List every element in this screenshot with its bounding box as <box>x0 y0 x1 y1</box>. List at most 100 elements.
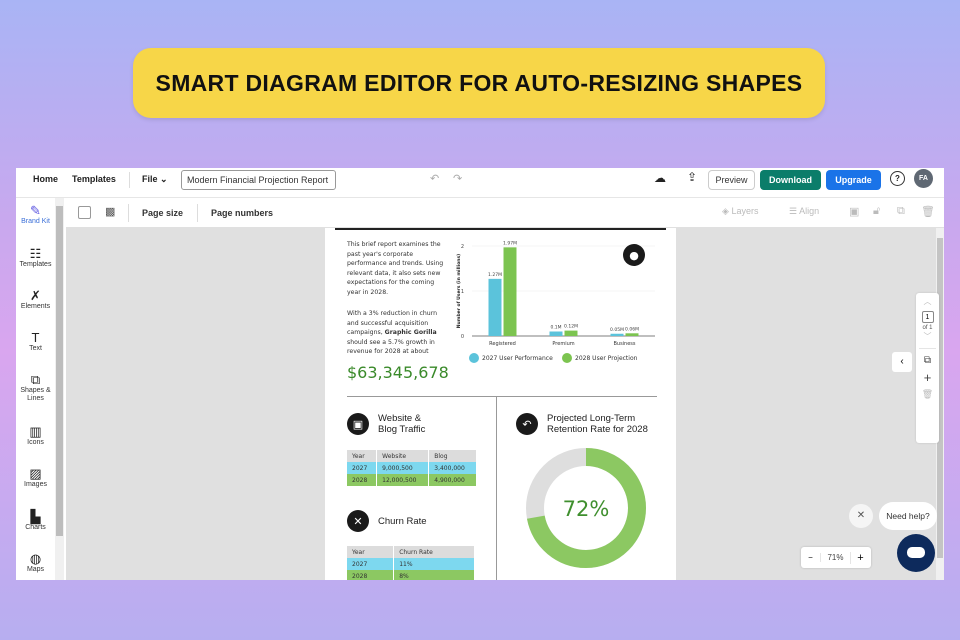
table-cell: 12,000,500 <box>376 474 430 486</box>
title-line: Blog Traffic <box>378 424 426 435</box>
sidebar-item-brand-kit[interactable]: ✎ Brand Kit <box>16 203 55 226</box>
chat-icon <box>907 547 925 558</box>
page-numbers-button[interactable]: Page numbers <box>211 208 273 218</box>
undo-icon[interactable]: ↶ <box>430 172 439 185</box>
nav-home[interactable]: Home <box>33 174 58 184</box>
nav-templates[interactable]: Templates <box>72 174 116 184</box>
document-title-input[interactable]: Modern Financial Projection Report <box>181 170 336 190</box>
help-icon[interactable]: ? <box>890 171 905 186</box>
sidebar-label: Images <box>24 481 47 488</box>
duplicate-icon[interactable]: ⧉ <box>897 205 905 218</box>
zoom-control: − 71% + <box>801 547 871 568</box>
table-header-row: Year Website Blog <box>347 450 477 462</box>
chart-icon: ▙ <box>30 509 41 524</box>
share-upload-icon[interactable]: ⇪ <box>687 170 697 184</box>
crop-icon[interactable]: ▣ <box>849 205 859 218</box>
y-axis-label: Number of Users (in millions) <box>456 254 462 328</box>
page-up-icon[interactable]: ︿ <box>916 296 939 307</box>
bar-business-0 <box>610 333 624 336</box>
table-row: 2028 8% <box>347 570 475 580</box>
document-page[interactable]: This brief report examines the past year… <box>325 228 676 580</box>
x-tick-label: Registered <box>489 341 516 347</box>
sidebar-item-templates[interactable]: ☷ Templates <box>16 246 55 269</box>
cloud-sync-icon[interactable]: ☁ <box>654 171 666 185</box>
avatar[interactable]: FA <box>914 169 933 188</box>
sidebar-item-maps[interactable]: ◍ Maps <box>16 551 55 574</box>
data-label: 1.27M <box>488 272 502 278</box>
current-page-input[interactable]: 1 <box>921 311 934 323</box>
divider <box>919 348 936 349</box>
chat-button[interactable] <box>897 534 935 572</box>
traffic-title: Website & Blog Traffic <box>378 413 425 435</box>
shapes-icon: ⧉ <box>30 372 41 387</box>
templates-icon: ☷ <box>29 246 42 261</box>
scroll-thumb[interactable] <box>56 206 63 536</box>
layers-button[interactable]: ◈ Layers <box>722 206 758 217</box>
text-icon: T <box>31 330 40 345</box>
sidebar-label: Charts <box>25 524 46 531</box>
briefcase-icon: ▥ <box>29 424 42 439</box>
zoom-level[interactable]: 71% <box>821 553 850 562</box>
bar-business-1 <box>625 333 639 336</box>
sidebar-item-elements[interactable]: ✗ Elements <box>16 289 55 311</box>
banner-title: SMART DIAGRAM EDITOR FOR AUTO-RESIZING S… <box>133 48 825 118</box>
column-header: Website <box>376 450 430 462</box>
table-cell: 8% <box>393 570 475 580</box>
sidebar-item-charts[interactable]: ▙ Charts <box>16 509 55 532</box>
left-sidebar: ✎ Brand Kit ☷ Templates ✗ Elements T Text ⧉ S… <box>16 198 55 580</box>
add-page-icon[interactable]: + <box>916 370 939 385</box>
page-size-button[interactable]: Page size <box>142 208 183 218</box>
sidebar-item-icons[interactable]: ▥ Icons <box>16 424 55 447</box>
layers-label: Layers <box>731 206 759 216</box>
divider <box>347 396 657 397</box>
trash-icon[interactable]: 🗑︎ <box>921 205 935 218</box>
bar-registered-1 <box>503 247 517 336</box>
retention-value: 72% <box>563 497 610 521</box>
align-label: Align <box>799 206 820 216</box>
need-help-bubble[interactable]: Need help? <box>879 502 937 530</box>
sidebar-scrollbar[interactable] <box>55 198 64 580</box>
delete-page-icon[interactable]: 🗑︎ <box>916 389 939 400</box>
data-label: 0.12M <box>564 324 578 330</box>
churn-title: Churn Rate <box>378 516 427 527</box>
file-menu[interactable]: File ⌄ <box>142 174 168 185</box>
preview-button[interactable]: Preview <box>708 170 755 190</box>
traffic-table: Year Website Blog 2027 9,000,500 3,400,000 202… <box>347 450 477 486</box>
divider <box>129 172 130 188</box>
sidebar-label: Brand Kit <box>21 218 50 225</box>
zoom-out-button[interactable]: − <box>801 553 821 562</box>
y-tick-label: 0 <box>461 334 464 340</box>
select-checkbox[interactable] <box>78 206 91 219</box>
redo-icon[interactable]: ↷ <box>453 172 462 185</box>
collapse-panel-chevron-icon[interactable]: ‹ <box>892 352 912 372</box>
duplicate-page-icon[interactable]: ⧉ <box>916 355 939 366</box>
align-button[interactable]: ☰ Align <box>789 206 819 217</box>
growth-text: With a 3% reduction in churn and success… <box>347 309 447 357</box>
table-row: 2027 9,000,500 3,400,000 <box>347 462 477 474</box>
globe-icon: ◍ <box>29 551 42 566</box>
data-label: 1.97M <box>503 240 517 246</box>
sidebar-item-text[interactable]: T Text <box>16 330 55 353</box>
sidebar-item-images[interactable]: ▨ Images <box>16 467 55 489</box>
y-tick-label: 2 <box>461 244 464 250</box>
table-cell: 3,400,000 <box>428 462 477 474</box>
column-header: Churn Rate <box>393 546 475 558</box>
table-row: 2028 12,000,500 4,900,000 <box>347 474 477 486</box>
table-cell: 11% <box>393 558 475 570</box>
pattern-icon[interactable]: ▩ <box>105 205 115 218</box>
table-cell: 2028 <box>347 570 395 580</box>
upgrade-button[interactable]: Upgrade <box>826 170 881 190</box>
chevron-down-icon: ⌄ <box>160 174 168 184</box>
page-down-icon[interactable]: ﹀ <box>916 331 939 342</box>
table-cell: 9,000,500 <box>376 462 430 474</box>
bar-premium-0 <box>549 331 563 336</box>
download-button[interactable]: Download <box>760 170 821 190</box>
lock-icon[interactable]: 🔓︎ <box>873 205 880 218</box>
magic-wand-icon: ✎ <box>30 203 41 218</box>
close-help-icon[interactable]: ✕ <box>849 504 873 528</box>
zoom-in-button[interactable]: + <box>850 551 870 564</box>
sidebar-item-shapes[interactable]: ⧉ Shapes & Lines <box>16 373 55 403</box>
table-header-row: Year Churn Rate <box>347 546 475 558</box>
retention-title: Projected Long-Term Retention Rate for 20… <box>547 413 648 435</box>
return-arrow-icon: ↶ <box>516 413 538 435</box>
